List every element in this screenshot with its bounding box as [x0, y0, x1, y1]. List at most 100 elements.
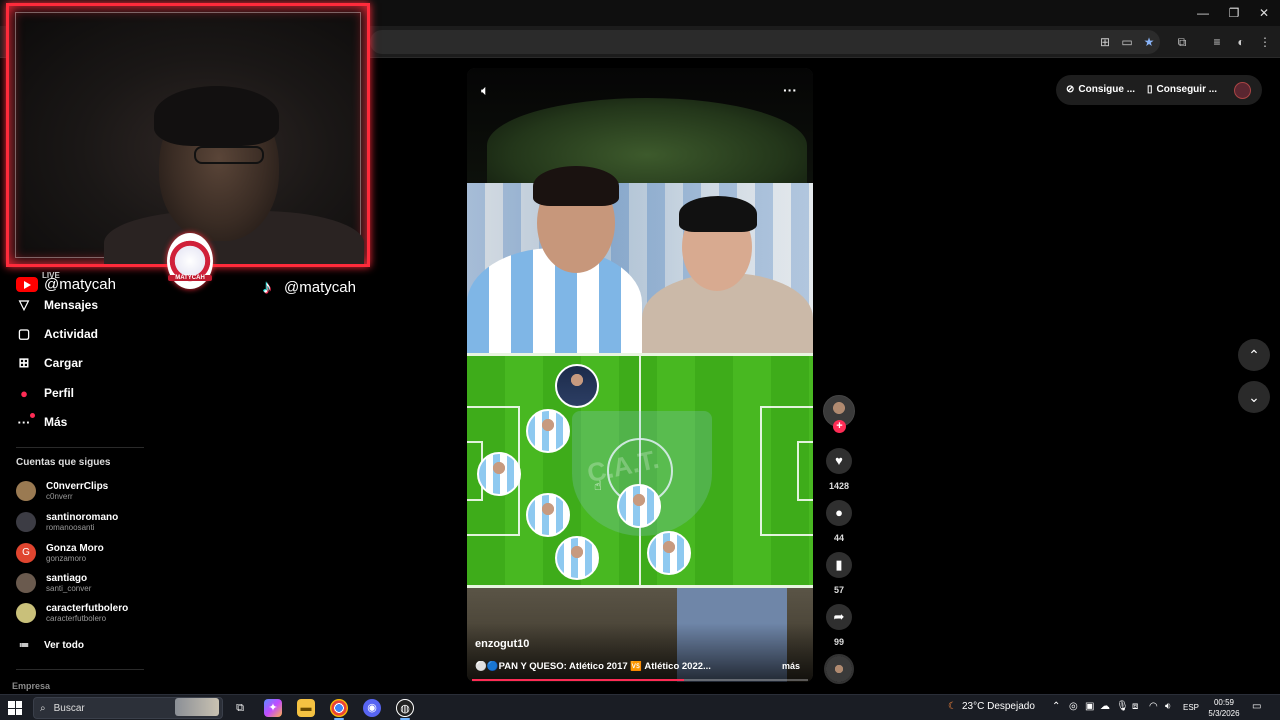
taskbar-clock[interactable]: 00:59 5/3/2026 — [1204, 697, 1244, 719]
reading-list-icon[interactable]: ≡ — [1208, 33, 1226, 51]
get-app-button[interactable]: ▯ Conseguir ... — [1147, 84, 1217, 95]
clock-time: 00:59 — [1213, 698, 1235, 707]
avatar — [16, 481, 36, 501]
right-goal-box — [797, 441, 813, 501]
browser-menu-icon[interactable]: ⋮ — [1256, 33, 1274, 51]
following-name: caracterfutbolero — [46, 603, 129, 614]
following-item[interactable]: santinoromano romanoosanti — [16, 512, 118, 532]
player-avatar — [477, 452, 521, 496]
see-all-label: Ver todo — [44, 639, 85, 651]
notification-dot — [30, 412, 35, 418]
following-username: romanoosanti — [46, 523, 95, 532]
send-icon: ▽ — [19, 297, 29, 312]
task-view-icon[interactable]: ⧉ — [231, 699, 249, 717]
address-bar[interactable] — [370, 30, 1160, 54]
network-device-icon[interactable]: ⧈ — [1132, 701, 1138, 712]
volume-icon[interactable]: 🔈︎ — [481, 82, 489, 99]
video-player[interactable]: C.A.T. 🔈︎ ··· ☝︎ enzogut10 ⚪🔵PAN Y QUESO… — [467, 68, 813, 682]
following-item[interactable]: santiago santi_conver — [16, 573, 91, 593]
following-item[interactable]: C0nverrClips c0nverr — [16, 481, 108, 501]
comment-icon: ● — [835, 505, 843, 520]
video-progress-fill — [472, 679, 684, 681]
search-highlight-image — [175, 698, 219, 716]
sidebar-divider — [16, 447, 144, 448]
onedrive-icon[interactable]: ☁ — [1100, 701, 1110, 712]
following-username: santi_conver — [46, 584, 92, 593]
phone-icon: ▯ — [1147, 84, 1153, 95]
user-avatar[interactable] — [1234, 82, 1251, 99]
video-author[interactable]: enzogut10 — [475, 638, 529, 650]
bookmark-star-icon[interactable]: ★ — [1140, 33, 1158, 51]
player-avatar — [526, 493, 570, 537]
see-all-link[interactable]: ≔ Ver todo — [16, 634, 84, 656]
cast-icon[interactable]: ▭ — [1118, 33, 1136, 51]
save-count: 57 — [833, 585, 844, 595]
search-icon: ⌕ — [40, 702, 46, 714]
language-indicator[interactable]: ESP — [1183, 703, 1199, 712]
coin-icon: ⊘ — [1066, 84, 1075, 95]
tray-obs-icon[interactable]: ◎ — [1069, 701, 1078, 712]
sound-disc[interactable] — [824, 654, 854, 684]
microphone-icon[interactable]: 🎙︎ — [1116, 701, 1129, 712]
sidebar-item-label: Cargar — [44, 356, 83, 370]
inbox-icon: ▢ — [17, 326, 31, 341]
chevron-down-icon: ⌄ — [1248, 389, 1260, 405]
weather-text: 23°C Despejado — [961, 701, 1035, 712]
player-avatar — [617, 484, 661, 528]
next-video-button[interactable]: ⌄ — [1238, 381, 1270, 413]
following-name: santinoromano — [46, 512, 119, 523]
weather-widget[interactable]: ☾ 23°C Despejado — [948, 701, 1035, 712]
avatar — [16, 573, 36, 593]
profile-icon[interactable]: ◐ — [1232, 33, 1250, 51]
heart-icon: ♥ — [835, 453, 843, 468]
minimize-icon[interactable]: — — [1188, 4, 1218, 22]
follow-plus-icon[interactable]: + — [833, 420, 846, 433]
tiktok-handle-text: @matycah — [284, 278, 356, 296]
wifi-icon[interactable]: ◠ — [1149, 701, 1158, 712]
sidebar-item-actividad[interactable]: ▢ Actividad — [16, 323, 98, 345]
youtube-handle: @matycah — [16, 276, 116, 293]
restore-icon[interactable]: ❐ — [1219, 4, 1249, 22]
following-item[interactable]: G Gonza Moro gonzamoro — [16, 543, 104, 563]
sidebar-divider — [16, 669, 144, 670]
obs-icon[interactable]: ◍ — [396, 699, 414, 717]
copilot-icon[interactable]: ✦ — [264, 699, 282, 717]
more-options-icon[interactable]: ··· — [783, 82, 797, 98]
footer-company[interactable]: Empresa — [12, 681, 50, 691]
sidebar-item-mensajes[interactable]: ▽ Mensajes — [16, 294, 98, 316]
get-coins-button[interactable]: ⊘ Consigue ... — [1066, 84, 1135, 95]
person-right-hair — [679, 196, 757, 232]
speaker-icon[interactable]: 🔉︎ — [1165, 701, 1171, 712]
sidebar-item-label: Mensajes — [44, 298, 99, 312]
video-progress-bar[interactable] — [472, 679, 808, 681]
comment-button[interactable]: ● — [826, 500, 852, 526]
following-name: santiago — [46, 573, 88, 584]
file-explorer-icon[interactable]: ▬ — [297, 699, 315, 717]
chrome-icon[interactable] — [330, 699, 348, 717]
player-avatar — [526, 409, 570, 453]
notifications-icon[interactable]: ▭ — [1252, 701, 1261, 712]
player-avatar — [555, 536, 599, 580]
sidebar-item-perfil[interactable]: ● Perfil — [16, 382, 74, 404]
bookmark-icon: ▮ — [835, 557, 843, 572]
description-more-button[interactable]: más — [782, 661, 800, 671]
sidebar-item-cargar[interactable]: ⊞ Cargar — [16, 352, 83, 374]
windows-start-icon[interactable] — [8, 701, 22, 715]
previous-video-button[interactable]: ⌃ — [1238, 339, 1270, 371]
close-icon[interactable]: ✕ — [1249, 4, 1279, 22]
discord-icon[interactable]: ◉ — [363, 699, 381, 717]
following-name: C0nverrClips — [46, 481, 109, 492]
windows-taskbar: ⌕ Buscar ⧉ ✦ ▬ ◉ ◍ ☾ 23°C Despejado ⌃ ◎ … — [0, 694, 1280, 720]
tray-chevron-icon[interactable]: ⌃ — [1052, 701, 1060, 712]
translate-icon[interactable]: ⊞ — [1096, 33, 1114, 51]
save-button[interactable]: ▮ — [826, 552, 852, 578]
sidebar-item-mas[interactable]: ··· Más — [16, 411, 67, 433]
extensions-icon[interactable]: ⧉ — [1173, 33, 1191, 51]
following-title: Cuentas que sigues — [16, 457, 111, 468]
sidebar-item-label: Actividad — [44, 327, 99, 341]
sidebar-item-label: Perfil — [44, 386, 75, 400]
like-button[interactable]: ♥ — [826, 448, 852, 474]
share-button[interactable]: ➦ — [826, 604, 852, 630]
following-item[interactable]: caracterfutbolero caracterfutbolero — [16, 603, 128, 623]
tray-app-icon[interactable]: ▣ — [1085, 701, 1094, 712]
